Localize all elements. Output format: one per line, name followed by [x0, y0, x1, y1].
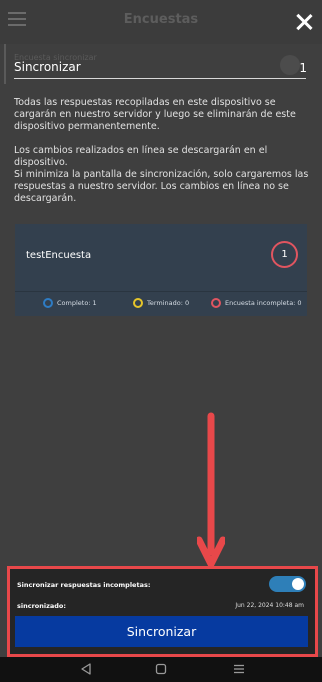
survey-count-badge: 1: [271, 241, 298, 268]
blue-circle-icon: [43, 298, 53, 308]
yellow-circle-icon: [133, 298, 143, 308]
app-title: Encuestas: [123, 12, 199, 27]
legend-complete: Completo: 1: [43, 298, 97, 308]
recents-icon[interactable]: [233, 663, 245, 675]
annotation-arrow-icon: [197, 412, 225, 568]
system-nav-bar: [0, 657, 322, 682]
back-icon[interactable]: [80, 663, 92, 675]
survey-card[interactable]: testEncuesta 1 Completo: 1 Terminado: 0 …: [15, 224, 307, 316]
sync-button[interactable]: Sincronizar: [15, 616, 308, 647]
legend-incomplete: Encuesta incompleta: 0: [211, 298, 302, 308]
toggle-knob: [292, 578, 304, 590]
section-divider: [14, 78, 306, 79]
description-download: Los cambios realizados en línea se desca…: [14, 145, 268, 168]
sync-panel: Sincronizar respuestas incompletas: sinc…: [7, 566, 318, 657]
status-legend: Completo: 1 Terminado: 0 Encuesta incomp…: [15, 298, 307, 310]
card-divider: [15, 291, 307, 292]
close-icon[interactable]: [296, 14, 312, 30]
section-count: 1: [299, 61, 307, 75]
red-circle-icon: [211, 298, 221, 308]
section-title: Sincronizar: [14, 60, 81, 74]
legend-finished: Terminado: 0: [133, 298, 189, 308]
synced-label: sincronizado:: [17, 602, 66, 610]
description-minimize: Si minimiza la pantalla de sincronizació…: [14, 169, 309, 204]
sync-incomplete-toggle[interactable]: [269, 576, 306, 592]
app-bar: Encuestas: [0, 0, 322, 44]
faded-count-circle: [280, 55, 300, 75]
description-upload: Todas las respuestas recopiladas en este…: [14, 97, 296, 132]
survey-name: testEncuesta: [26, 250, 92, 261]
sync-incomplete-label: Sincronizar respuestas incompletas:: [17, 581, 151, 589]
scrollbar[interactable]: [4, 44, 6, 84]
synced-date: Jun 22, 2024 10:48 am: [235, 602, 304, 609]
home-icon[interactable]: [155, 663, 167, 675]
